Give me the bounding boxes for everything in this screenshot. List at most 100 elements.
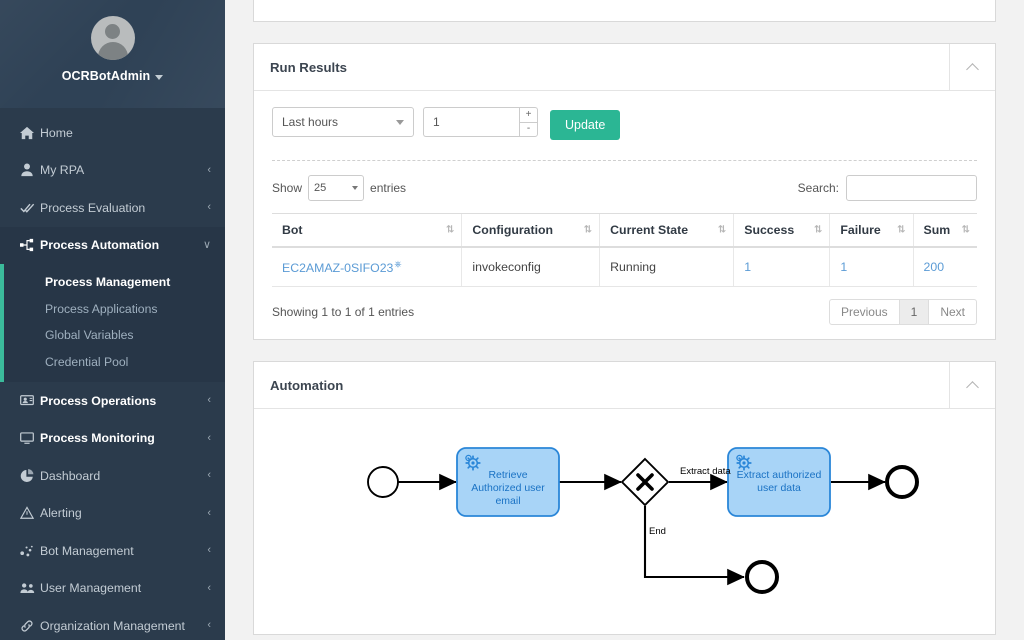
sidebar-item-label: Process Evaluation	[40, 200, 146, 215]
datatable-footer: Showing 1 to 1 of 1 entries Previous 1 N…	[272, 287, 977, 326]
end-event-bottom[interactable]	[745, 560, 779, 595]
search-label: Search:	[797, 181, 839, 195]
double-check-icon	[20, 201, 40, 215]
app-root: OCRBotAdmin Home My RPA ‹ Process Evalua…	[0, 0, 1024, 640]
column-header-configuration[interactable]: Configuration ⇅	[461, 213, 600, 248]
sidebar-item-label: Home	[40, 125, 73, 140]
flow-label-extract-data: Extract data	[680, 466, 731, 478]
sidebar-item-alerting[interactable]: Alerting ‹	[0, 495, 225, 533]
panel-above-partial	[253, 0, 996, 22]
end-event-top[interactable]	[885, 465, 919, 500]
warning-triangle-icon	[20, 506, 40, 520]
sidebar-item-label: Organization Management	[40, 618, 185, 633]
sort-icon: ⇅	[717, 224, 726, 236]
automation-diagram-canvas[interactable]: Retrieve Authorized user email Extract a…	[254, 409, 995, 634]
caret-down-icon	[352, 186, 359, 190]
sidebar-profile[interactable]: OCRBotAdmin	[0, 0, 225, 108]
sort-icon: ⇅	[446, 224, 454, 236]
chevron-left-icon: ‹	[207, 506, 211, 519]
sidebar-item-organization-management[interactable]: Organization Management ‹	[0, 607, 225, 640]
update-button[interactable]: Update	[550, 110, 621, 140]
chevron-left-icon: ‹	[207, 394, 211, 407]
amount-decrement-button[interactable]: -	[519, 121, 538, 137]
cell-failure: 1	[829, 247, 914, 288]
pie-chart-icon	[20, 468, 40, 483]
table-header-row: Bot ⇅ Configuration ⇅ Current State ⇅ Su…	[272, 213, 977, 248]
page-length-select[interactable]: 25	[308, 175, 365, 201]
sort-icon: ⇅	[814, 224, 822, 236]
automation-panel: Automation Retrieve Authorized user emai…	[253, 361, 996, 636]
pagination-page-1[interactable]: 1	[898, 299, 930, 326]
amount-increment-button[interactable]: +	[519, 107, 538, 122]
sidebar-item-global-variables[interactable]: Global Variables	[0, 322, 225, 349]
sidebar-item-label: Process Operations	[40, 393, 157, 408]
sidebar-item-label: Bot Management	[40, 543, 134, 558]
run-results-title: Run Results	[270, 59, 347, 75]
pagination-next[interactable]: Next	[928, 299, 977, 326]
amount-input[interactable]	[423, 107, 519, 137]
sidebar-item-dashboard[interactable]: Dashboard ‹	[0, 457, 225, 495]
table-head: Bot ⇅ Configuration ⇅ Current State ⇅ Su…	[272, 213, 977, 248]
sidebar-item-label: Dashboard	[40, 468, 101, 483]
bot-link[interactable]: EC2AMAZ-0SIFO23	[282, 261, 393, 275]
failure-link[interactable]: 1	[840, 260, 847, 274]
sidebar-item-label: Alerting	[40, 506, 82, 521]
show-label: Show	[272, 181, 303, 195]
sort-icon: ⇅	[583, 224, 592, 236]
sidebar-item-label: User Management	[40, 581, 142, 596]
sidebar-item-process-automation[interactable]: Process Automation ∨	[0, 226, 225, 264]
table-row: EC2AMAZ-0SIFO23⎈ invokeconfig Running 1 …	[272, 247, 977, 288]
success-link[interactable]: 1	[744, 260, 751, 274]
sidebar-item-user-management[interactable]: User Management ‹	[0, 570, 225, 608]
sidebar-item-process-evaluation[interactable]: Process Evaluation ‹	[0, 189, 225, 227]
search-input[interactable]	[846, 175, 977, 201]
sidebar-submenu-process-automation: Process Management Process Applications …	[0, 264, 225, 382]
sort-icon: ⇅	[961, 224, 970, 236]
column-label: Configuration	[472, 223, 554, 237]
sitemap-icon	[20, 238, 40, 252]
sidebar-item-home[interactable]: Home	[0, 114, 225, 152]
run-results-filter-row: Last hours + - Update	[272, 107, 977, 140]
pagination-previous[interactable]: Previous	[828, 299, 900, 326]
sidebar-active-accent-bar	[0, 264, 4, 382]
sidebar-username-label: OCRBotAdmin	[61, 69, 151, 83]
cell-current-state: Running	[599, 247, 734, 288]
sidebar-username[interactable]: OCRBotAdmin	[62, 69, 164, 83]
cell-bot: EC2AMAZ-0SIFO23⎈	[272, 247, 462, 288]
desktop-icon	[20, 431, 40, 445]
automation-collapse-button[interactable]	[949, 362, 995, 409]
run-results-collapse-button[interactable]	[949, 44, 995, 90]
external-link-icon[interactable]: ⎈	[394, 259, 401, 269]
chevron-left-icon: ‹	[207, 581, 211, 594]
sidebar-item-process-monitoring[interactable]: Process Monitoring ‹	[0, 420, 225, 458]
sidebar-item-process-applications[interactable]: Process Applications	[0, 296, 225, 323]
chevron-up-icon	[966, 380, 979, 394]
sidebar-item-label: Process Automation	[40, 238, 160, 253]
task-extract-label: Extract authorized user data	[736, 469, 822, 495]
pagination: Previous 1 Next	[828, 299, 977, 326]
cell-success: 1	[733, 247, 830, 288]
chevron-down-icon: ∨	[202, 238, 211, 251]
column-header-bot[interactable]: Bot ⇅	[272, 213, 462, 248]
run-results-table: Bot ⇅ Configuration ⇅ Current State ⇅ Su…	[272, 213, 977, 288]
sidebar-item-my-rpa[interactable]: My RPA ‹	[0, 152, 225, 190]
person-icon	[20, 163, 40, 177]
chevron-up-icon	[966, 62, 979, 76]
datatable-search-control: Search:	[798, 175, 977, 201]
time-range-select[interactable]: Last hours	[272, 107, 414, 137]
sidebar-item-bot-management[interactable]: Bot Management ‹	[0, 532, 225, 570]
sidebar-item-process-management[interactable]: Process Management	[0, 269, 225, 296]
sum-link[interactable]: 200	[924, 260, 945, 274]
users-group-icon	[20, 581, 40, 595]
column-header-failure[interactable]: Failure ⇅	[829, 213, 914, 248]
column-header-current-state[interactable]: Current State ⇅	[599, 213, 734, 248]
start-event[interactable]	[367, 466, 399, 499]
sidebar-item-process-operations[interactable]: Process Operations ‹	[0, 382, 225, 420]
column-label: Current State	[610, 223, 689, 237]
column-header-success[interactable]: Success ⇅	[733, 213, 830, 248]
sidebar-item-credential-pool[interactable]: Credential Pool	[0, 349, 225, 376]
column-label: Failure	[840, 223, 881, 237]
sort-icon: ⇅	[897, 224, 905, 236]
column-header-sum[interactable]: Sum ⇅	[912, 213, 977, 248]
flow-gateway-to-end-bottom	[643, 506, 745, 586]
